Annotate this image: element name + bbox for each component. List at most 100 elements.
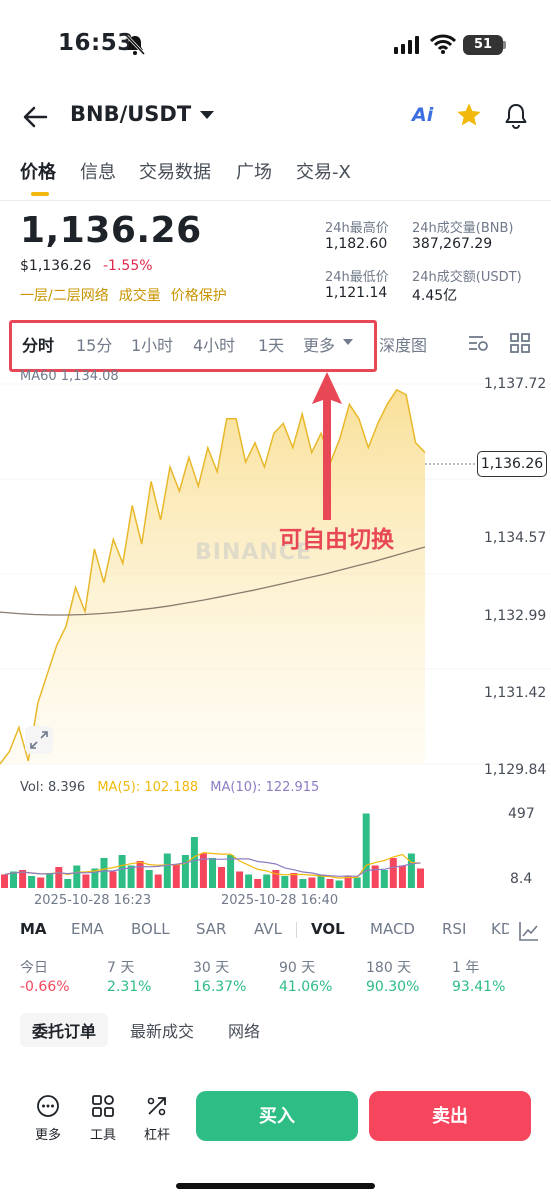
y-tick: 1,131.42: [484, 685, 547, 701]
grid-layout-icon[interactable]: [509, 332, 531, 354]
indicator-ma[interactable]: MA: [20, 920, 47, 938]
volume-bar: [326, 879, 334, 888]
volume-bar: [227, 855, 235, 888]
indicator-vol[interactable]: VOL: [311, 920, 345, 938]
current-price-tag: 1,136.26: [477, 451, 547, 477]
chevron-down-icon[interactable]: [200, 111, 214, 119]
tab-latest-trades[interactable]: 最新成交: [130, 1018, 194, 1042]
indicator-ema[interactable]: EMA: [71, 920, 104, 938]
volume-bar: [73, 865, 81, 888]
volume-bar: [209, 858, 216, 888]
perf-value: 2.31%: [107, 979, 152, 995]
indicator-boll[interactable]: BOLL: [131, 920, 170, 938]
volume-bar: [389, 858, 397, 888]
volume-bar: [417, 868, 424, 888]
volume-bar: [1, 874, 8, 888]
sell-button[interactable]: 卖出: [369, 1091, 531, 1141]
stat-low: 1,121.14: [325, 285, 388, 301]
volume-bar: [299, 879, 307, 888]
divider: [0, 200, 551, 201]
status-time: 16:53: [58, 30, 134, 56]
more-dots-icon: [37, 1095, 59, 1117]
battery-icon: 51: [463, 35, 503, 55]
tab-open-orders[interactable]: 委托订单: [20, 1013, 109, 1047]
volume-chart[interactable]: [0, 800, 480, 890]
back-arrow-icon[interactable]: [20, 102, 50, 132]
price-chart[interactable]: [0, 370, 551, 780]
leverage-label: 杠杆: [143, 1128, 170, 1143]
usd-price: $1,136.26: [20, 258, 92, 274]
perf-label: 7 天: [107, 960, 135, 976]
tab-info[interactable]: 信息: [80, 158, 116, 184]
perf-label: 90 天: [279, 960, 316, 976]
vol-label: Vol: 8.396: [20, 780, 86, 795]
tag-volume[interactable]: 成交量: [119, 288, 161, 304]
home-indicator: [176, 1183, 375, 1189]
chart-settings-icon[interactable]: [467, 332, 489, 354]
volume-bar: [136, 861, 144, 888]
tag-layer-network[interactable]: 一层/二层网络: [20, 288, 109, 304]
leverage-button[interactable]: 杠杆: [137, 1094, 177, 1143]
indicator-settings-icon[interactable]: [518, 920, 540, 942]
indicator-macd[interactable]: MACD: [370, 920, 415, 938]
leverage-icon: [147, 1097, 166, 1116]
volume-bar: [82, 874, 90, 888]
tab-price[interactable]: 价格: [20, 158, 56, 184]
volume-bar: [236, 871, 244, 888]
vol-y-tick: 8.4: [510, 871, 533, 887]
cellular-signal-icon: [394, 36, 419, 54]
ai-assistant-icon[interactable]: Ai: [412, 104, 433, 126]
stat-vol-usdt: 4.45亿: [412, 288, 458, 304]
more-button[interactable]: 更多: [28, 1094, 68, 1143]
volume-bar: [263, 874, 271, 888]
tools-button[interactable]: 工具: [83, 1094, 123, 1143]
indicator-sar[interactable]: SAR: [196, 920, 226, 938]
tf-depth[interactable]: 深度图: [379, 332, 427, 356]
perf-value: 90.30%: [366, 979, 420, 995]
annotation-arrow: [312, 372, 342, 520]
volume-legend: Vol: 8.396 MA(5): 102.188 MA(10): 122.91…: [20, 780, 327, 795]
tab-trading-data[interactable]: 交易数据: [139, 158, 211, 184]
volume-bar: [254, 879, 262, 888]
stat-vol-usdt-label: 24h成交额(USDT): [412, 270, 522, 285]
perf-value: 93.41%: [452, 979, 506, 995]
volume-bar: [353, 877, 361, 888]
indicator-avl[interactable]: AVL: [254, 920, 282, 938]
pair-selector[interactable]: BNB/USDT: [70, 102, 191, 126]
tab-square[interactable]: 广场: [236, 158, 272, 184]
volume-bar: [335, 880, 343, 888]
wifi-icon: [430, 34, 456, 54]
indicator-rsi[interactable]: RSI: [442, 920, 466, 938]
volume-bar: [154, 874, 162, 888]
perf-label: 30 天: [193, 960, 230, 976]
volume-bar: [371, 865, 379, 888]
volume-bar: [290, 873, 298, 888]
volume-bar: [28, 876, 36, 888]
favorite-star-icon[interactable]: [455, 101, 483, 129]
vol-y-tick: 497: [508, 806, 535, 822]
x-tick: 2025-10-28 16:40: [221, 893, 339, 908]
volume-bar: [398, 865, 406, 888]
y-tick: 1,134.57: [484, 530, 547, 546]
more-label: 更多: [34, 1128, 61, 1143]
tab-network[interactable]: 网络: [228, 1018, 260, 1042]
tag-price-protection[interactable]: 价格保护: [171, 288, 227, 304]
volume-bar: [308, 877, 316, 888]
y-tick: 1,137.72: [484, 376, 547, 392]
notification-bell-icon[interactable]: [503, 102, 529, 130]
indicator-row: MA EMA BOLL SAR AVL VOL MACD RSI KD: [0, 920, 551, 942]
perf-value: -0.66%: [20, 979, 70, 995]
active-tab-indicator: [31, 192, 49, 196]
indicator-kdj[interactable]: KD: [491, 920, 509, 938]
annotation-highlight-box: [9, 320, 377, 372]
volume-bar: [118, 855, 126, 888]
expand-icon[interactable]: [25, 726, 53, 754]
buy-button[interactable]: 买入: [196, 1091, 358, 1141]
perf-label: 今日: [20, 960, 48, 976]
volume-bar: [127, 865, 135, 888]
volume-bar: [55, 867, 63, 888]
perf-value: 16.37%: [193, 979, 247, 995]
x-tick: 2025-10-28 16:23: [34, 893, 152, 908]
tab-trade-x[interactable]: 交易-X: [296, 158, 351, 184]
tag-row: 一层/二层网络 成交量 价格保护: [20, 285, 237, 305]
